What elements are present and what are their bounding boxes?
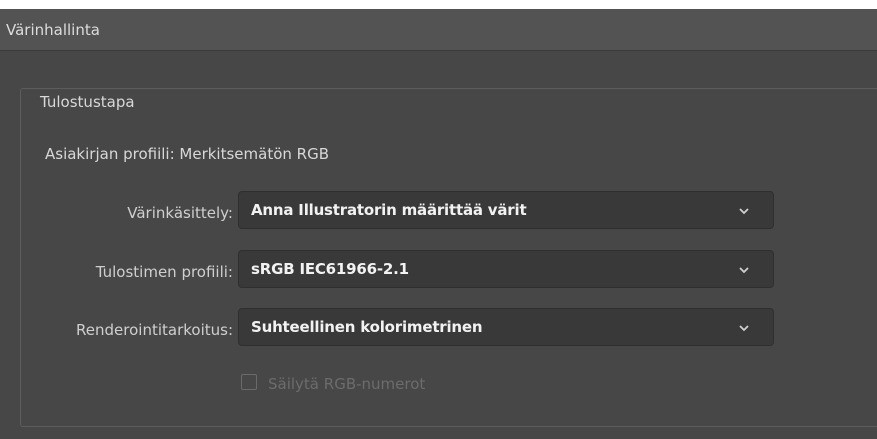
rendering-intent-value: Suhteellinen kolorimetrinen [251,318,483,336]
preserve-rgb-checkbox[interactable] [241,374,257,390]
printer-profile-value: sRGB IEC61966-2.1 [251,260,409,278]
group-legend: Tulostustapa [34,93,141,111]
color-handling-value: Anna Illustratorin määrittää värit [251,201,527,219]
chevron-down-icon [739,325,749,332]
printer-profile-dropdown[interactable]: sRGB IEC61966-2.1 [238,250,774,288]
section-header[interactable]: Värinhallinta [0,9,877,51]
preserve-rgb-label: Säilytä RGB-numerot [268,375,426,393]
rendering-intent-label: Renderointitarkoitus: [76,321,233,339]
color-management-panel: Värinhallinta Tulostustapa Asiakirjan pr… [0,9,877,439]
printer-profile-label: Tulostimen profiili: [95,263,233,281]
color-handling-label: Värinkäsittely: [127,204,233,222]
color-handling-dropdown[interactable]: Anna Illustratorin määrittää värit [238,191,774,229]
chevron-down-icon [739,208,749,215]
chevron-down-icon [739,267,749,274]
document-profile-text: Asiakirjan profiili: Merkitsemätön RGB [45,145,329,163]
section-title: Värinhallinta [6,21,100,39]
rendering-intent-dropdown[interactable]: Suhteellinen kolorimetrinen [238,308,774,346]
